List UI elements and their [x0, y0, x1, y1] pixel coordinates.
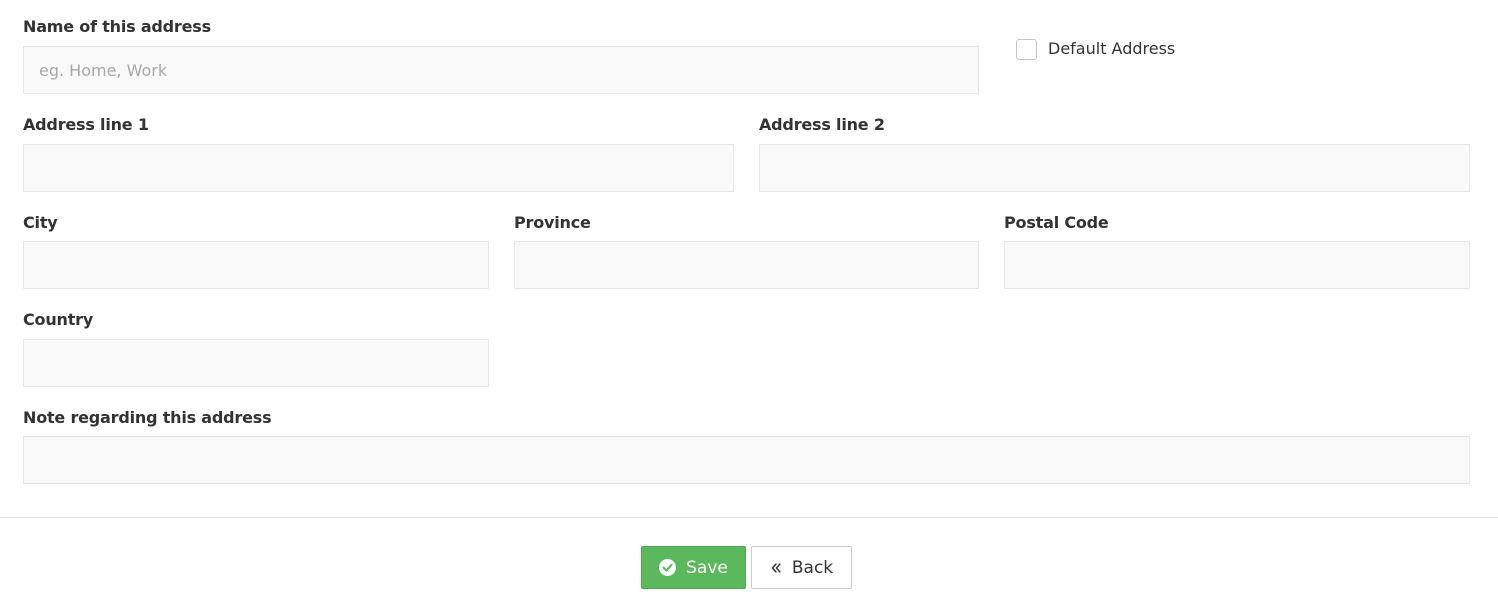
default-address-checkbox[interactable]: [1016, 39, 1037, 60]
address-name-field: Name of this address: [23, 15, 979, 94]
province-field: Province: [514, 211, 979, 289]
address-line-1-label: Address line 1: [23, 115, 149, 134]
address-line-2-label: Address line 2: [759, 115, 885, 134]
postal-code-field: Postal Code: [1004, 211, 1470, 289]
country-input[interactable]: [23, 339, 489, 387]
city-input[interactable]: [23, 241, 489, 289]
address-line-2-input[interactable]: [759, 144, 1470, 192]
province-label: Province: [514, 213, 591, 232]
save-button-label: Save: [686, 557, 728, 578]
address-form-page: Name of this address Default Address Add…: [0, 0, 1498, 604]
back-button-label: Back: [791, 557, 834, 578]
city-field: City: [23, 211, 489, 289]
address-line-1-field: Address line 1: [23, 113, 734, 192]
back-button[interactable]: Back: [751, 546, 852, 589]
save-button[interactable]: Save: [641, 546, 746, 589]
note-field: Note regarding this address: [23, 406, 1470, 484]
form-divider: [0, 517, 1498, 518]
country-field: Country: [23, 308, 489, 387]
postal-code-label: Postal Code: [1004, 213, 1109, 232]
address-name-input[interactable]: [23, 46, 979, 94]
address-line-2-field: Address line 2: [759, 113, 1470, 192]
double-chevron-left-icon: [770, 562, 782, 574]
country-label: Country: [23, 310, 94, 329]
default-address-checkbox-row[interactable]: Default Address: [1016, 36, 1175, 60]
address-line-1-input[interactable]: [23, 144, 734, 192]
province-input[interactable]: [514, 241, 979, 289]
check-circle-icon: [659, 559, 677, 576]
default-address-label[interactable]: Default Address: [1048, 39, 1175, 58]
address-name-label: Name of this address: [23, 17, 211, 36]
note-input[interactable]: [23, 436, 1470, 484]
note-label: Note regarding this address: [23, 408, 272, 427]
postal-code-input[interactable]: [1004, 241, 1470, 289]
city-label: City: [23, 213, 58, 232]
